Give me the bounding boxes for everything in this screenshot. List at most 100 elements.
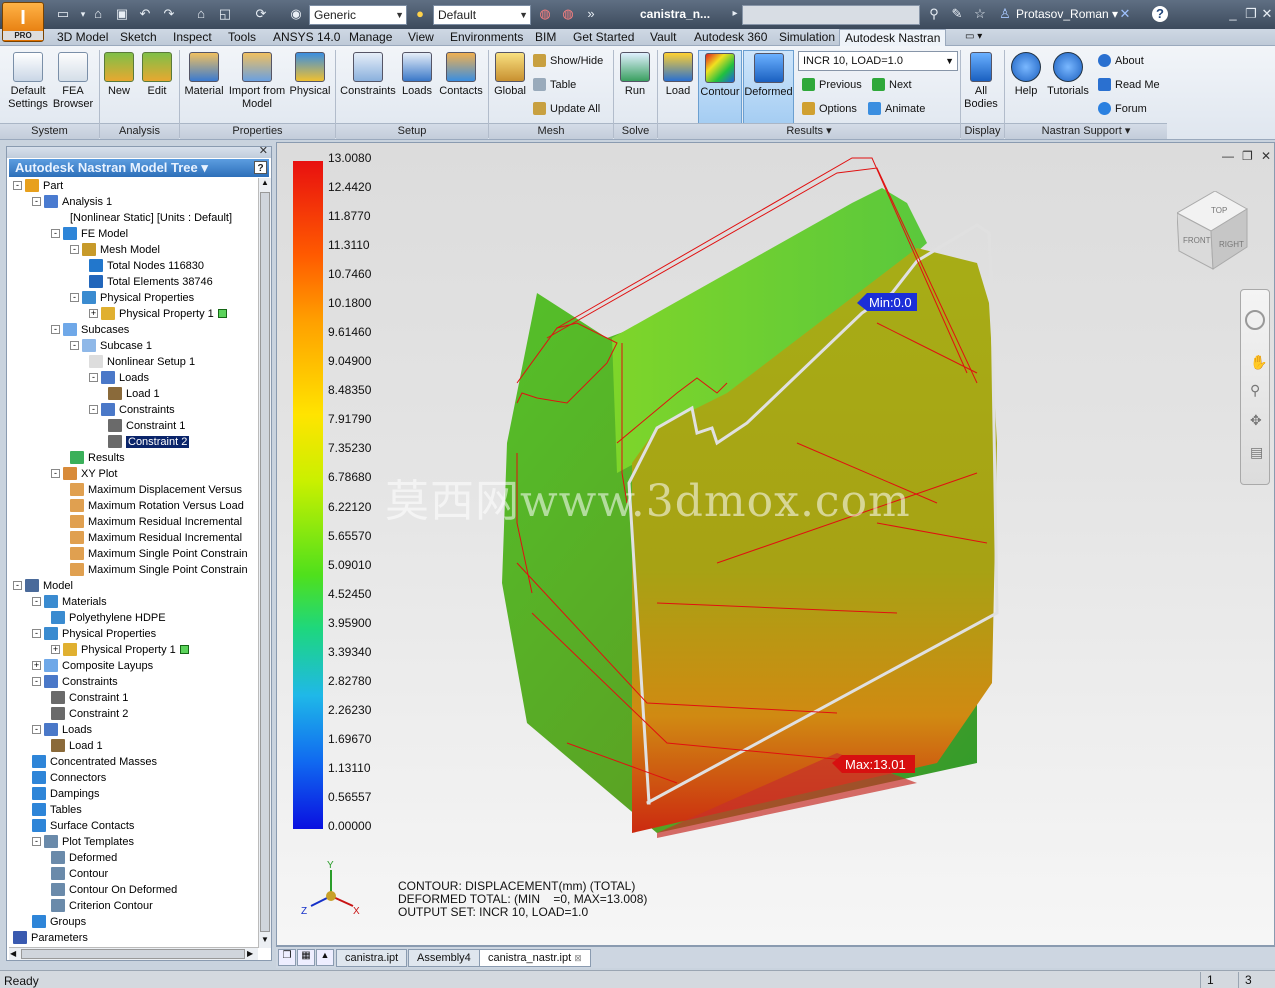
collapse-icon[interactable]: - (89, 373, 98, 382)
tutorials-button[interactable]: Tutorials (1045, 50, 1091, 124)
tree-item[interactable]: - Subcases (51, 322, 129, 338)
select-icon[interactable]: ◱ (216, 6, 234, 22)
doc-tab-assembly4[interactable]: Assembly4 (408, 949, 480, 967)
show-hide-mesh-button[interactable]: Show/Hide (533, 54, 603, 68)
tree-item[interactable]: Maximum Displacement Versus (70, 482, 242, 498)
save-icon[interactable]: ▣ (113, 6, 131, 22)
scroll-right-icon[interactable]: ▶ (247, 949, 253, 958)
contour-model[interactable]: Min:0.0 Max:13.01 (277, 143, 1275, 946)
tab-inspect[interactable]: Inspect (168, 29, 217, 46)
undo-icon[interactable]: ↶ (136, 6, 154, 22)
tree-item[interactable]: - XY Plot (51, 466, 118, 482)
collapse-icon[interactable]: - (32, 197, 41, 206)
material-button[interactable]: Material (182, 50, 226, 124)
doc-tab-canistra[interactable]: canistra.ipt (336, 949, 408, 967)
collapse-icon[interactable]: - (13, 581, 22, 590)
help-button[interactable]: Help (1009, 50, 1043, 124)
doc-tab-canistra-nastr[interactable]: canistra_nastr.ipt ⊠ (479, 949, 591, 967)
communication-icon[interactable]: ✎ (948, 6, 966, 22)
binoculars-icon[interactable]: ⚲ (925, 6, 943, 22)
about-button[interactable]: About (1098, 54, 1144, 68)
collapse-icon[interactable]: - (89, 405, 98, 414)
tree-help-icon[interactable]: ? (254, 161, 267, 174)
tree-item[interactable]: Total Elements 38746 (89, 274, 213, 290)
close-icon[interactable]: ✕ (1258, 6, 1275, 22)
read-me-button[interactable]: Read Me (1098, 78, 1160, 92)
tree-item[interactable]: Criterion Contour (51, 898, 153, 914)
tree-item[interactable]: [Nonlinear Static] [Units : Default] (70, 210, 232, 226)
new-file-icon[interactable]: ▭ (54, 6, 72, 22)
update-icon[interactable]: ⟳ (252, 6, 270, 22)
update-all-mesh-button[interactable]: Update All (533, 102, 600, 116)
home-icon[interactable]: ⌂ (192, 6, 210, 22)
cascade-windows-icon[interactable]: ❐ (278, 949, 296, 966)
open-icon[interactable]: ⌂ (89, 6, 107, 22)
material-ball-icon[interactable]: ◉ (287, 6, 305, 22)
user-name[interactable]: Protasov_Roman ▾ (1016, 7, 1118, 21)
material-combo[interactable]: Generic ▼ (309, 5, 407, 25)
tree-item[interactable]: - Physical Properties (70, 290, 194, 306)
tree-item[interactable]: Constraint 1 (108, 418, 185, 434)
collapse-icon[interactable]: - (51, 229, 60, 238)
tree-item[interactable]: - Subcase 1 (70, 338, 152, 354)
tab-environments[interactable]: Environments (445, 29, 528, 46)
appearance-icon[interactable]: ● (411, 6, 429, 22)
viewcube[interactable]: TOP FRONT RIGHT (1177, 191, 1252, 271)
tree-item[interactable]: Load 1 (51, 738, 103, 754)
zoom-icon[interactable]: ⚲ (1250, 382, 1260, 399)
tree-item[interactable]: Constraint 2 (51, 706, 128, 722)
tab-simulation[interactable]: Simulation (774, 29, 840, 46)
tree-item[interactable]: Maximum Rotation Versus Load (70, 498, 244, 514)
deformed-button[interactable]: Deformed (743, 50, 794, 124)
ribbon-display-toggle[interactable]: ▭ ▾ (960, 29, 987, 46)
tree-item[interactable]: Maximum Single Point Constrain (70, 562, 248, 578)
tree-item[interactable]: Constraint 2 (108, 434, 190, 450)
tree-item[interactable]: Surface Contacts (32, 818, 134, 834)
tree-item[interactable]: Load 1 (108, 386, 160, 402)
collapse-icon[interactable]: - (32, 837, 41, 846)
scroll-left-icon[interactable]: ◀ (10, 949, 16, 958)
previous-button[interactable]: Previous (802, 78, 862, 92)
collapse-icon[interactable]: - (51, 325, 60, 334)
global-mesh-button[interactable]: Global (492, 50, 528, 124)
clear-appearance-icon[interactable]: ◍ (536, 6, 554, 22)
tree-item[interactable]: Nonlinear Setup 1 (89, 354, 195, 370)
panel-grip[interactable]: ✕ (7, 145, 271, 158)
tree-item[interactable]: - Analysis 1 (32, 194, 112, 210)
tree-item[interactable]: - Part (13, 178, 63, 194)
all-bodies-button[interactable]: All Bodies (963, 50, 999, 124)
contacts-button[interactable]: Contacts (437, 50, 485, 124)
scroll-up-icon[interactable]: ▲ (261, 178, 269, 187)
exchange-icon[interactable]: ✕ (1116, 6, 1134, 22)
scroll-thumb[interactable] (260, 192, 270, 932)
overflow-icon[interactable]: » (582, 6, 600, 22)
orbit-icon[interactable]: ✥ (1250, 412, 1262, 429)
tab-autodesk-nastran[interactable]: Autodesk Nastran (839, 29, 947, 47)
fea-browser-button[interactable]: FEA Browser (52, 50, 94, 124)
look-at-icon[interactable]: ▤ (1250, 444, 1263, 461)
tree-horizontal-scrollbar[interactable]: ◀ ▶ (9, 947, 258, 960)
import-from-model-button[interactable]: Import from Model (228, 50, 286, 124)
run-button[interactable]: Run (618, 50, 652, 124)
collapse-icon[interactable]: - (70, 293, 79, 302)
tree-item[interactable]: Maximum Residual Incremental (70, 514, 242, 530)
collapse-icon[interactable]: - (32, 629, 41, 638)
increment-combo[interactable]: INCR 10, LOAD=1.0 ▼ (798, 51, 958, 71)
redo-icon[interactable]: ↷ (160, 6, 178, 22)
tree-item[interactable]: Total Nodes 116830 (89, 258, 204, 274)
tab-autodesk-360[interactable]: Autodesk 360 (689, 29, 772, 46)
favorites-icon[interactable]: ☆ (971, 6, 989, 22)
mesh-table-button[interactable]: Table (533, 78, 576, 92)
physical-button[interactable]: Physical (288, 50, 332, 124)
collapse-icon[interactable]: - (13, 181, 22, 190)
tab-vault[interactable]: Vault (645, 29, 681, 46)
tree-item[interactable]: Connectors (32, 770, 106, 786)
appearance-combo[interactable]: Default ▼ (433, 5, 531, 25)
tab-ansys[interactable]: ANSYS 14.0 (268, 29, 345, 46)
tree-item[interactable]: Dampings (32, 786, 100, 802)
viewcube-right-face[interactable]: RIGHT (1219, 240, 1244, 249)
options-button[interactable]: Options (802, 102, 857, 116)
search-input[interactable] (742, 5, 920, 25)
tree-item[interactable]: Deformed (51, 850, 117, 866)
tree-item[interactable]: Results (70, 450, 125, 466)
